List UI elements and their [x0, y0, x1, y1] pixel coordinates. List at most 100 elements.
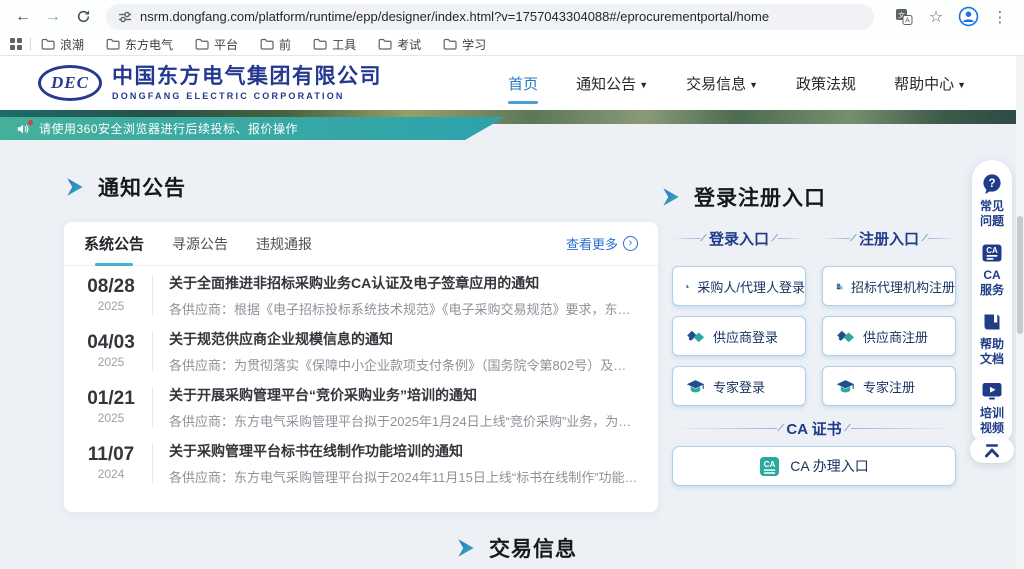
notice-date: 11/07 2024 [80, 445, 142, 482]
bookmark-folder[interactable]: 学习 [443, 36, 486, 53]
divider [152, 443, 153, 483]
handshake-icon [836, 327, 855, 346]
collapse-top-icon [983, 443, 1001, 458]
nav-item-trade-info[interactable]: 交易信息▼ [686, 67, 758, 100]
login-section-header: 登录注册入口 [660, 182, 826, 212]
chevron-right-circle-icon: › [623, 236, 638, 251]
browser-chrome: ← → nsrm.dongfang.com/platform/runtime/e… [0, 0, 1024, 56]
handshake-icon [686, 327, 705, 346]
folder-icon [443, 38, 457, 50]
company-name-en: DONGFANG ELECTRIC CORPORATION [112, 91, 382, 101]
expert-login-button[interactable]: 专家登录 [672, 366, 806, 406]
supplier-register-button[interactable]: 供应商注册 [822, 316, 956, 356]
chevron-down-icon: ▼ [957, 80, 966, 90]
quick-sidebar: ? 常见问题 CA CA服务 帮助文档 培训视频 [972, 160, 1012, 448]
browser-toolbar: ← → nsrm.dongfang.com/platform/runtime/e… [0, 0, 1024, 33]
notice-row[interactable]: 04/03 2025 关于规范供应商企业规模信息的通知 各供应商：为贯彻落实《保… [64, 322, 658, 378]
divider [30, 37, 31, 51]
ca-service-shortcut[interactable]: CA CA服务 [979, 242, 1005, 298]
bookmark-folder[interactable]: 平台 [195, 36, 238, 53]
notice-desc: 各供应商：东方电气采购管理平台拟于2025年1月24日上线“竞价采购”业务，为帮… [169, 411, 638, 430]
company-name-cn: 中国东方电气集团有限公司 [112, 65, 382, 88]
bookmark-folder[interactable]: 浪潮 [41, 36, 84, 53]
supplier-login-button[interactable]: 供应商登录 [672, 316, 806, 356]
tab-system-notices[interactable]: 系统公告 [84, 222, 144, 266]
divider [152, 387, 153, 427]
nav-item-notices[interactable]: 通知公告▼ [576, 67, 648, 100]
notice-row[interactable]: 01/21 2025 关于开展采购管理平台“竞价采购业务”培训的通知 各供应商：… [64, 378, 658, 434]
folder-icon [378, 38, 392, 50]
expert-register-button[interactable]: 专家注册 [822, 366, 956, 406]
bookmark-label: 前 [279, 36, 291, 53]
bookmark-star-icon[interactable]: ☆ [922, 4, 950, 30]
notice-desc: 各供应商：为贯彻落实《保障中小企业款项支付条例》（国务院令第802号）及《中小企… [169, 355, 638, 374]
ca-apply-button[interactable]: CA CA 办理入口 [672, 446, 956, 486]
profile-avatar-icon[interactable] [954, 4, 982, 30]
faq-shortcut[interactable]: ? 常见问题 [979, 173, 1005, 229]
section-arrow-icon [455, 537, 477, 559]
chrome-menu-icon[interactable]: ⋮ [986, 4, 1014, 30]
login-col-label: ∕∕ 登录入口 ∕∕ [672, 228, 806, 249]
forward-icon[interactable]: → [40, 4, 66, 30]
bookmark-label: 学习 [462, 36, 486, 53]
video-icon [981, 380, 1003, 402]
building-icon [686, 277, 689, 296]
apps-grid-icon[interactable] [10, 38, 22, 50]
ca-section-label: ∕∕ CA 证书 ∕∕ [672, 418, 956, 439]
bookmark-folder[interactable]: 东方电气 [106, 36, 173, 53]
tab-sourcing-notices[interactable]: 寻源公告 [172, 222, 228, 266]
view-more-link[interactable]: 查看更多 › [566, 234, 638, 253]
nav-item-home[interactable]: 首页 [508, 67, 538, 100]
svg-text:A: A [905, 17, 910, 24]
notice-row[interactable]: 08/28 2025 关于全面推进非招标采购业务CA认证及电子签章应用的通知 各… [64, 266, 658, 322]
bookmark-folder[interactable]: 考试 [378, 36, 421, 53]
bookmark-label: 平台 [214, 36, 238, 53]
notice-title[interactable]: 关于采购管理平台标书在线制作功能培训的通知 [169, 441, 638, 461]
ca-icon: CA [981, 242, 1003, 264]
site-header: DEC 中国东方电气集团有限公司 DONGFANG ELECTRIC CORPO… [0, 56, 1024, 110]
bookmark-label: 考试 [397, 36, 421, 53]
bookmark-label: 东方电气 [125, 36, 173, 53]
translate-icon[interactable]: 文A [890, 4, 918, 30]
address-bar[interactable]: nsrm.dongfang.com/platform/runtime/epp/d… [106, 4, 874, 30]
help-docs-shortcut[interactable]: 帮助文档 [979, 311, 1005, 367]
login-register-buttons: 采购人/代理人登录 招标代理机构注册 供应商登录 供应商注册 专家登录 专家注册 [672, 266, 956, 406]
bookmark-label: 浪潮 [60, 36, 84, 53]
svg-text:CA: CA [986, 246, 998, 255]
notice-title[interactable]: 关于规范供应商企业规模信息的通知 [169, 329, 638, 349]
nav-item-help-center[interactable]: 帮助中心▼ [894, 67, 966, 100]
notices-section-header: 通知公告 [64, 172, 186, 202]
scrollbar-thumb[interactable] [1017, 216, 1023, 334]
brand-logo[interactable]: DEC 中国东方电气集团有限公司 DONGFANG ELECTRIC CORPO… [38, 65, 382, 101]
buyer-agent-login-button[interactable]: 采购人/代理人登录 [672, 266, 806, 306]
back-icon[interactable]: ← [10, 4, 36, 30]
nav-item-policies[interactable]: 政策法规 [796, 67, 856, 100]
main-nav: 首页 通知公告▼ 交易信息▼ 政策法规 帮助中心▼ [508, 67, 966, 100]
notice-desc: 各供应商：东方电气采购管理平台拟于2024年11月15日上线“标书在线制作”功能… [169, 467, 638, 486]
notice-title[interactable]: 关于全面推进非招标采购业务CA认证及电子签章应用的通知 [169, 273, 638, 293]
notification-dot [28, 120, 33, 125]
notice-row[interactable]: 11/07 2024 关于采购管理平台标书在线制作功能培训的通知 各供应商：东方… [64, 434, 658, 490]
bookmark-folder[interactable]: 工具 [313, 36, 356, 53]
graduation-cap-icon [836, 377, 855, 396]
dec-logo-icon: DEC [38, 65, 102, 101]
training-videos-shortcut[interactable]: 培训视频 [979, 380, 1005, 436]
page-scrollbar[interactable] [1016, 56, 1024, 569]
page: ← → nsrm.dongfang.com/platform/runtime/e… [0, 0, 1024, 569]
section-title: 通知公告 [98, 172, 186, 202]
bookmark-folder[interactable]: 前 [260, 36, 291, 53]
announcement-ticker[interactable]: 请使用360安全浏览器进行后续投标、报价操作 [0, 117, 505, 140]
divider [152, 275, 153, 315]
reload-icon[interactable] [70, 4, 96, 30]
collapse-to-top-button[interactable] [970, 437, 1014, 463]
notice-title[interactable]: 关于开展采购管理平台“竞价采购业务”培训的通知 [169, 385, 638, 405]
notice-date: 04/03 2025 [80, 333, 142, 370]
chevron-down-icon: ▼ [639, 80, 648, 90]
folder-icon [313, 38, 327, 50]
tab-violation-reports[interactable]: 违规通报 [256, 222, 312, 266]
section-arrow-icon [660, 186, 682, 208]
dec-logo-text: DEC [51, 73, 89, 93]
site-controls-icon [118, 10, 132, 24]
section-title: 登录注册入口 [694, 182, 826, 212]
bidding-agency-register-button[interactable]: 招标代理机构注册 [822, 266, 956, 306]
